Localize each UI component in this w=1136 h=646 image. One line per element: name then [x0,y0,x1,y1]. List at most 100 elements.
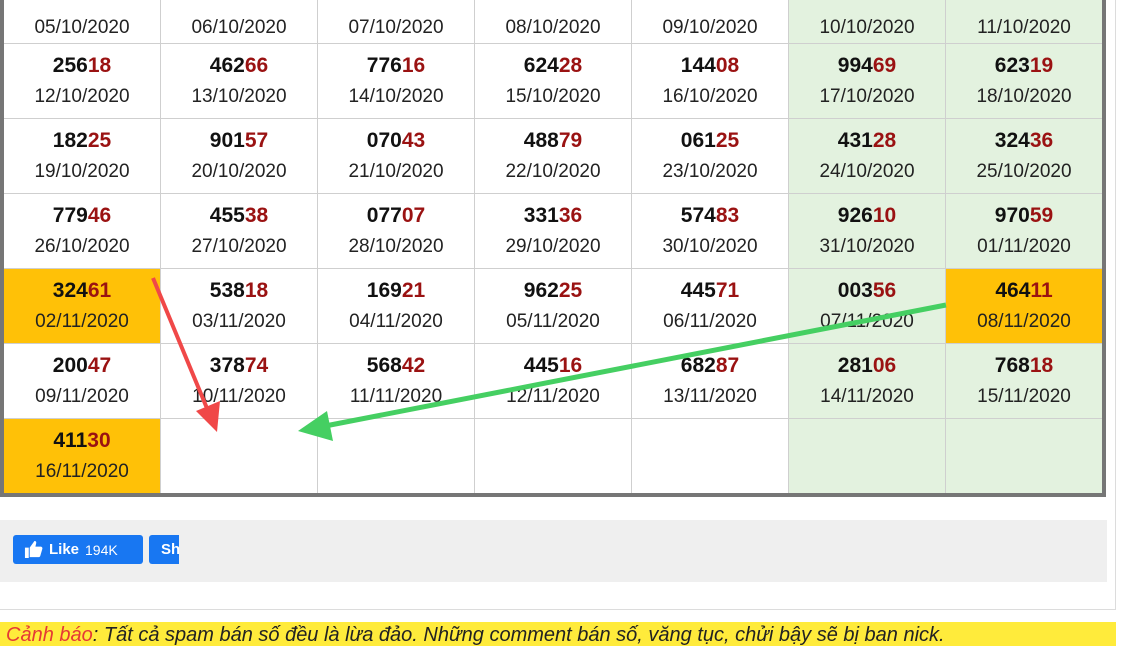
calendar-row: 41130 16/11/2020 [1,418,1105,496]
result-tail: 07 [401,204,426,227]
result-number: 62319 [946,54,1102,78]
result-date: 25/10/2020 [976,161,1072,182]
calendar-cell: 16921 04/11/2020 [317,268,475,344]
calendar-row: 77946 26/10/2020 45538 27/10/2020 07707 28/10… [1,193,1105,269]
calendar-cell: 99469 17/10/2020 [788,43,946,119]
calendar-cell [160,418,318,496]
calendar-cell: 14408 16/10/2020 [631,43,789,119]
result-head: 256 [52,54,88,77]
result-number: 99469 [789,54,945,78]
result-head: 445 [523,354,559,377]
result-number: 28106 [789,354,945,378]
calendar-cell [317,418,475,496]
result-date: 06/11/2020 [663,311,757,332]
calendar-cell: 97059 01/11/2020 [945,193,1105,269]
result-number: 68287 [632,354,788,378]
calendar-cell: 46411 08/11/2020 [945,268,1105,344]
result-number: 41130 [4,429,160,453]
facebook-share-button[interactable]: Sh [149,535,179,564]
result-tail: 36 [1029,129,1054,152]
result-number: 20047 [4,354,160,378]
calendar-cell: 62428 15/10/2020 [474,43,632,119]
result-date: 23/10/2020 [662,161,758,182]
result-date: 12/10/2020 [34,86,130,107]
result-tail: 57 [244,129,269,152]
result-number: 37874 [161,354,317,378]
result-number: 06125 [632,129,788,153]
result-head: 994 [837,54,873,77]
result-head: 077 [366,204,402,227]
result-tail: 56 [872,279,897,302]
result-number: 25618 [4,54,160,78]
result-date: 22/10/2020 [505,161,601,182]
result-head: 169 [366,279,402,302]
result-tail: 06 [872,354,897,377]
result-head: 411 [53,429,88,452]
result-tail: 79 [558,129,583,152]
result-number: 46411 [946,279,1102,303]
result-head: 464 [995,279,1031,302]
like-label: Like [49,541,80,558]
result-head: 574 [680,204,716,227]
result-head: 445 [680,279,716,302]
result-head: 324 [52,279,88,302]
result-tail: 08 [715,54,740,77]
result-tail: 42 [401,354,426,377]
result-tail: 69 [872,54,897,77]
result-head: 624 [523,54,559,77]
result-date: 16/10/2020 [662,86,758,107]
result-head: 331 [523,204,559,227]
result-number: 14408 [632,54,788,78]
result-tail: 21 [401,279,426,302]
result-date: 17/10/2020 [819,86,915,107]
result-head: 768 [994,354,1030,377]
calendar-cell [788,418,946,496]
result-date: 05/10/2020 [34,17,130,38]
result-head: 200 [52,354,88,377]
result-head: 462 [209,54,245,77]
calendar-cell: 76818 15/11/2020 [945,343,1105,419]
result-date: 11/11/2020 [349,386,443,407]
warning-banner: Cảnh báo: Tất cả spam bán số đều là lừa … [0,622,1116,646]
result-tail: 87 [715,354,740,377]
calendar-cell: 33136 29/10/2020 [474,193,632,269]
result-number: 32436 [946,129,1102,153]
result-head: 779 [52,204,88,227]
result-head: 538 [209,279,245,302]
calendar-cell: 77616 14/10/2020 [317,43,475,119]
calendar-cell: 68287 13/11/2020 [631,343,789,419]
result-number: 53818 [161,279,317,303]
result-head: 901 [209,129,245,152]
result-date: 27/10/2020 [191,236,287,257]
calendar-cell: 45538 27/10/2020 [160,193,318,269]
result-tail: 66 [244,54,269,77]
result-number: 96225 [475,279,631,303]
calendar-cell: 43128 24/10/2020 [788,118,946,194]
result-head: 070 [366,129,402,152]
calendar-cell: 62319 18/10/2020 [945,43,1105,119]
result-date: 10/10/2020 [819,17,915,38]
result-head: 623 [994,54,1030,77]
calendar-cell: 56842 11/11/2020 [317,343,475,419]
result-number: 44516 [475,354,631,378]
result-date: 07/11/2020 [820,311,914,332]
calendar-cell: 09/10/2020 [631,0,789,44]
result-number: 18225 [4,129,160,153]
result-number: 92610 [789,204,945,228]
facebook-like-button[interactable]: Like 194K [13,535,143,564]
result-date: 09/11/2020 [35,386,129,407]
result-number: 56842 [318,354,474,378]
result-head: 926 [837,204,873,227]
calendar-cell [474,418,632,496]
calendar-cell: 32461 02/11/2020 [1,268,161,344]
result-date: 02/11/2020 [35,311,129,332]
calendar-cell [945,418,1105,496]
result-number: 76818 [946,354,1102,378]
calendar-row: 05/10/2020 06/10/2020 07/10/2020 08/10/2020… [1,0,1105,44]
result-tail: 16 [401,54,426,77]
result-number: 77616 [318,54,474,78]
calendar-cell: 07/10/2020 [317,0,475,44]
result-tail: 18 [87,54,112,77]
result-head: 378 [209,354,245,377]
result-number: 00356 [789,279,945,303]
